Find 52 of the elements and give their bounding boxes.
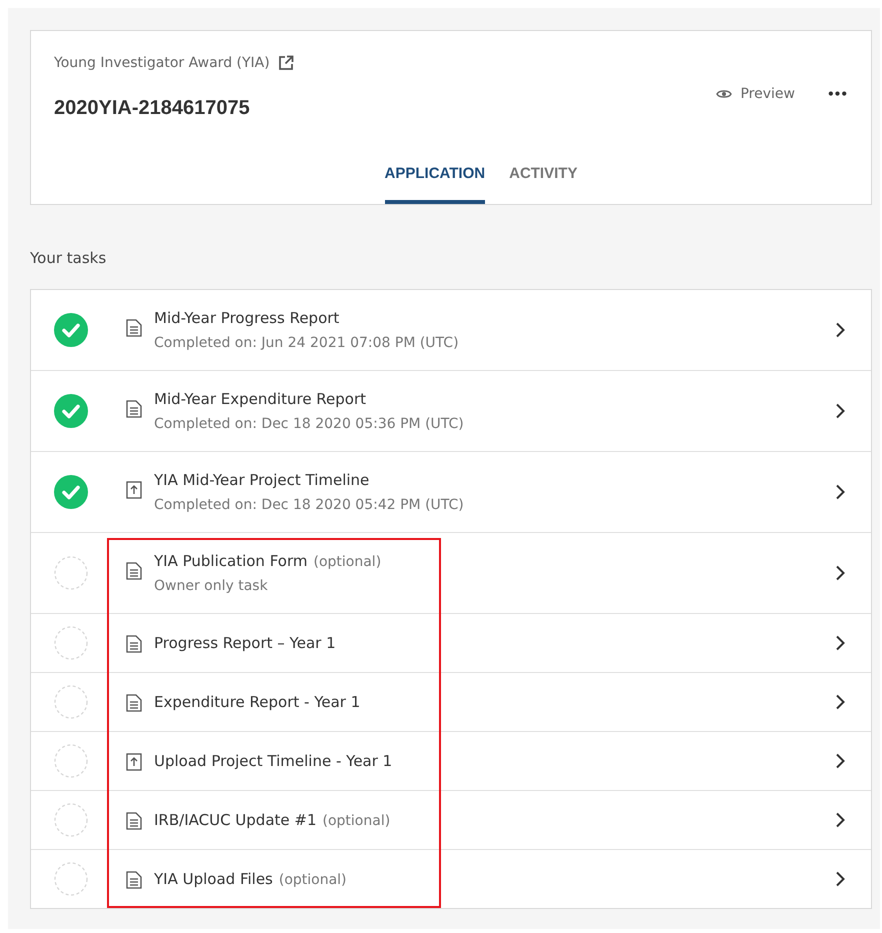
chevron-right-icon	[835, 812, 845, 828]
chevron-right-icon	[835, 565, 845, 581]
document-icon	[126, 319, 142, 337]
task-row[interactable]: Mid-Year Expenditure Report Completed on: Dec 18 2020 05:36 PM (UTC)	[31, 370, 871, 451]
task-row[interactable]: Progress Report – Year 1	[31, 613, 871, 672]
task-row[interactable]: Mid-Year Progress Report Completed on: Jun 24 2021 07:08 PM (UTC)	[31, 290, 871, 370]
document-icon	[126, 562, 142, 580]
application-id: 2020YIA-2184617075	[54, 97, 251, 120]
preview-button[interactable]: Preview	[714, 82, 797, 106]
task-title: IRB/IACUC Update #1	[154, 811, 317, 829]
task-title: Upload Project Timeline - Year 1	[154, 752, 392, 770]
task-title: YIA Mid-Year Project Timeline	[154, 471, 370, 489]
task-subtitle: Completed on: Dec 18 2020 05:36 PM (UTC)	[154, 416, 465, 432]
task-row[interactable]: YIA Publication Form (optional) Owner only task	[31, 532, 871, 613]
document-icon	[126, 871, 142, 889]
more-button[interactable]: •••	[824, 82, 849, 104]
chevron-right-icon	[835, 635, 845, 651]
task-row[interactable]: IRB/IACUC Update #1 (optional)	[31, 790, 871, 849]
document-icon	[126, 400, 142, 418]
document-icon	[126, 812, 142, 830]
task-title: Expenditure Report - Year 1	[154, 693, 360, 711]
chevron-right-icon	[835, 694, 845, 710]
task-subtitle: Completed on: Jun 24 2021 07:08 PM (UTC)	[154, 335, 460, 351]
task-title: Progress Report – Year 1	[154, 634, 336, 652]
optional-label: (optional)	[314, 554, 382, 570]
eye-icon	[716, 88, 732, 100]
section-heading: Your tasks	[30, 249, 108, 267]
chevron-right-icon	[835, 484, 845, 500]
task-title: Mid-Year Expenditure Report	[154, 390, 366, 408]
chevron-right-icon	[835, 753, 845, 769]
chevron-right-icon	[835, 403, 845, 419]
document-icon	[126, 635, 142, 653]
external-link-icon[interactable]	[278, 55, 294, 71]
optional-label: (optional)	[322, 813, 390, 829]
chevron-right-icon	[835, 871, 845, 887]
task-title: Mid-Year Progress Report	[154, 309, 340, 327]
task-title: YIA Upload Files	[154, 870, 273, 888]
document-icon	[126, 694, 142, 712]
task-row[interactable]: Expenditure Report - Year 1	[31, 672, 871, 731]
program-name: Young Investigator Award (YIA)	[54, 55, 270, 71]
tab[interactable]: APPLICATION	[384, 157, 486, 204]
task-title: YIA Publication Form	[154, 552, 308, 570]
optional-label: (optional)	[278, 872, 347, 888]
task-row[interactable]: Upload Project Timeline - Year 1	[31, 731, 871, 790]
upload-icon	[126, 753, 142, 771]
task-row[interactable]: YIA Mid-Year Project Timeline Completed on: Dec 18 2020 05:42 PM (UTC)	[31, 451, 871, 532]
tab[interactable]: ACTIVITY	[509, 157, 578, 204]
task-subtitle: Owner only task	[154, 578, 269, 594]
task-subtitle: Completed on: Dec 18 2020 05:42 PM (UTC)	[154, 497, 465, 513]
upload-icon	[126, 481, 142, 499]
task-row[interactable]: YIA Upload Files (optional)	[31, 849, 871, 908]
chevron-right-icon	[835, 322, 845, 338]
